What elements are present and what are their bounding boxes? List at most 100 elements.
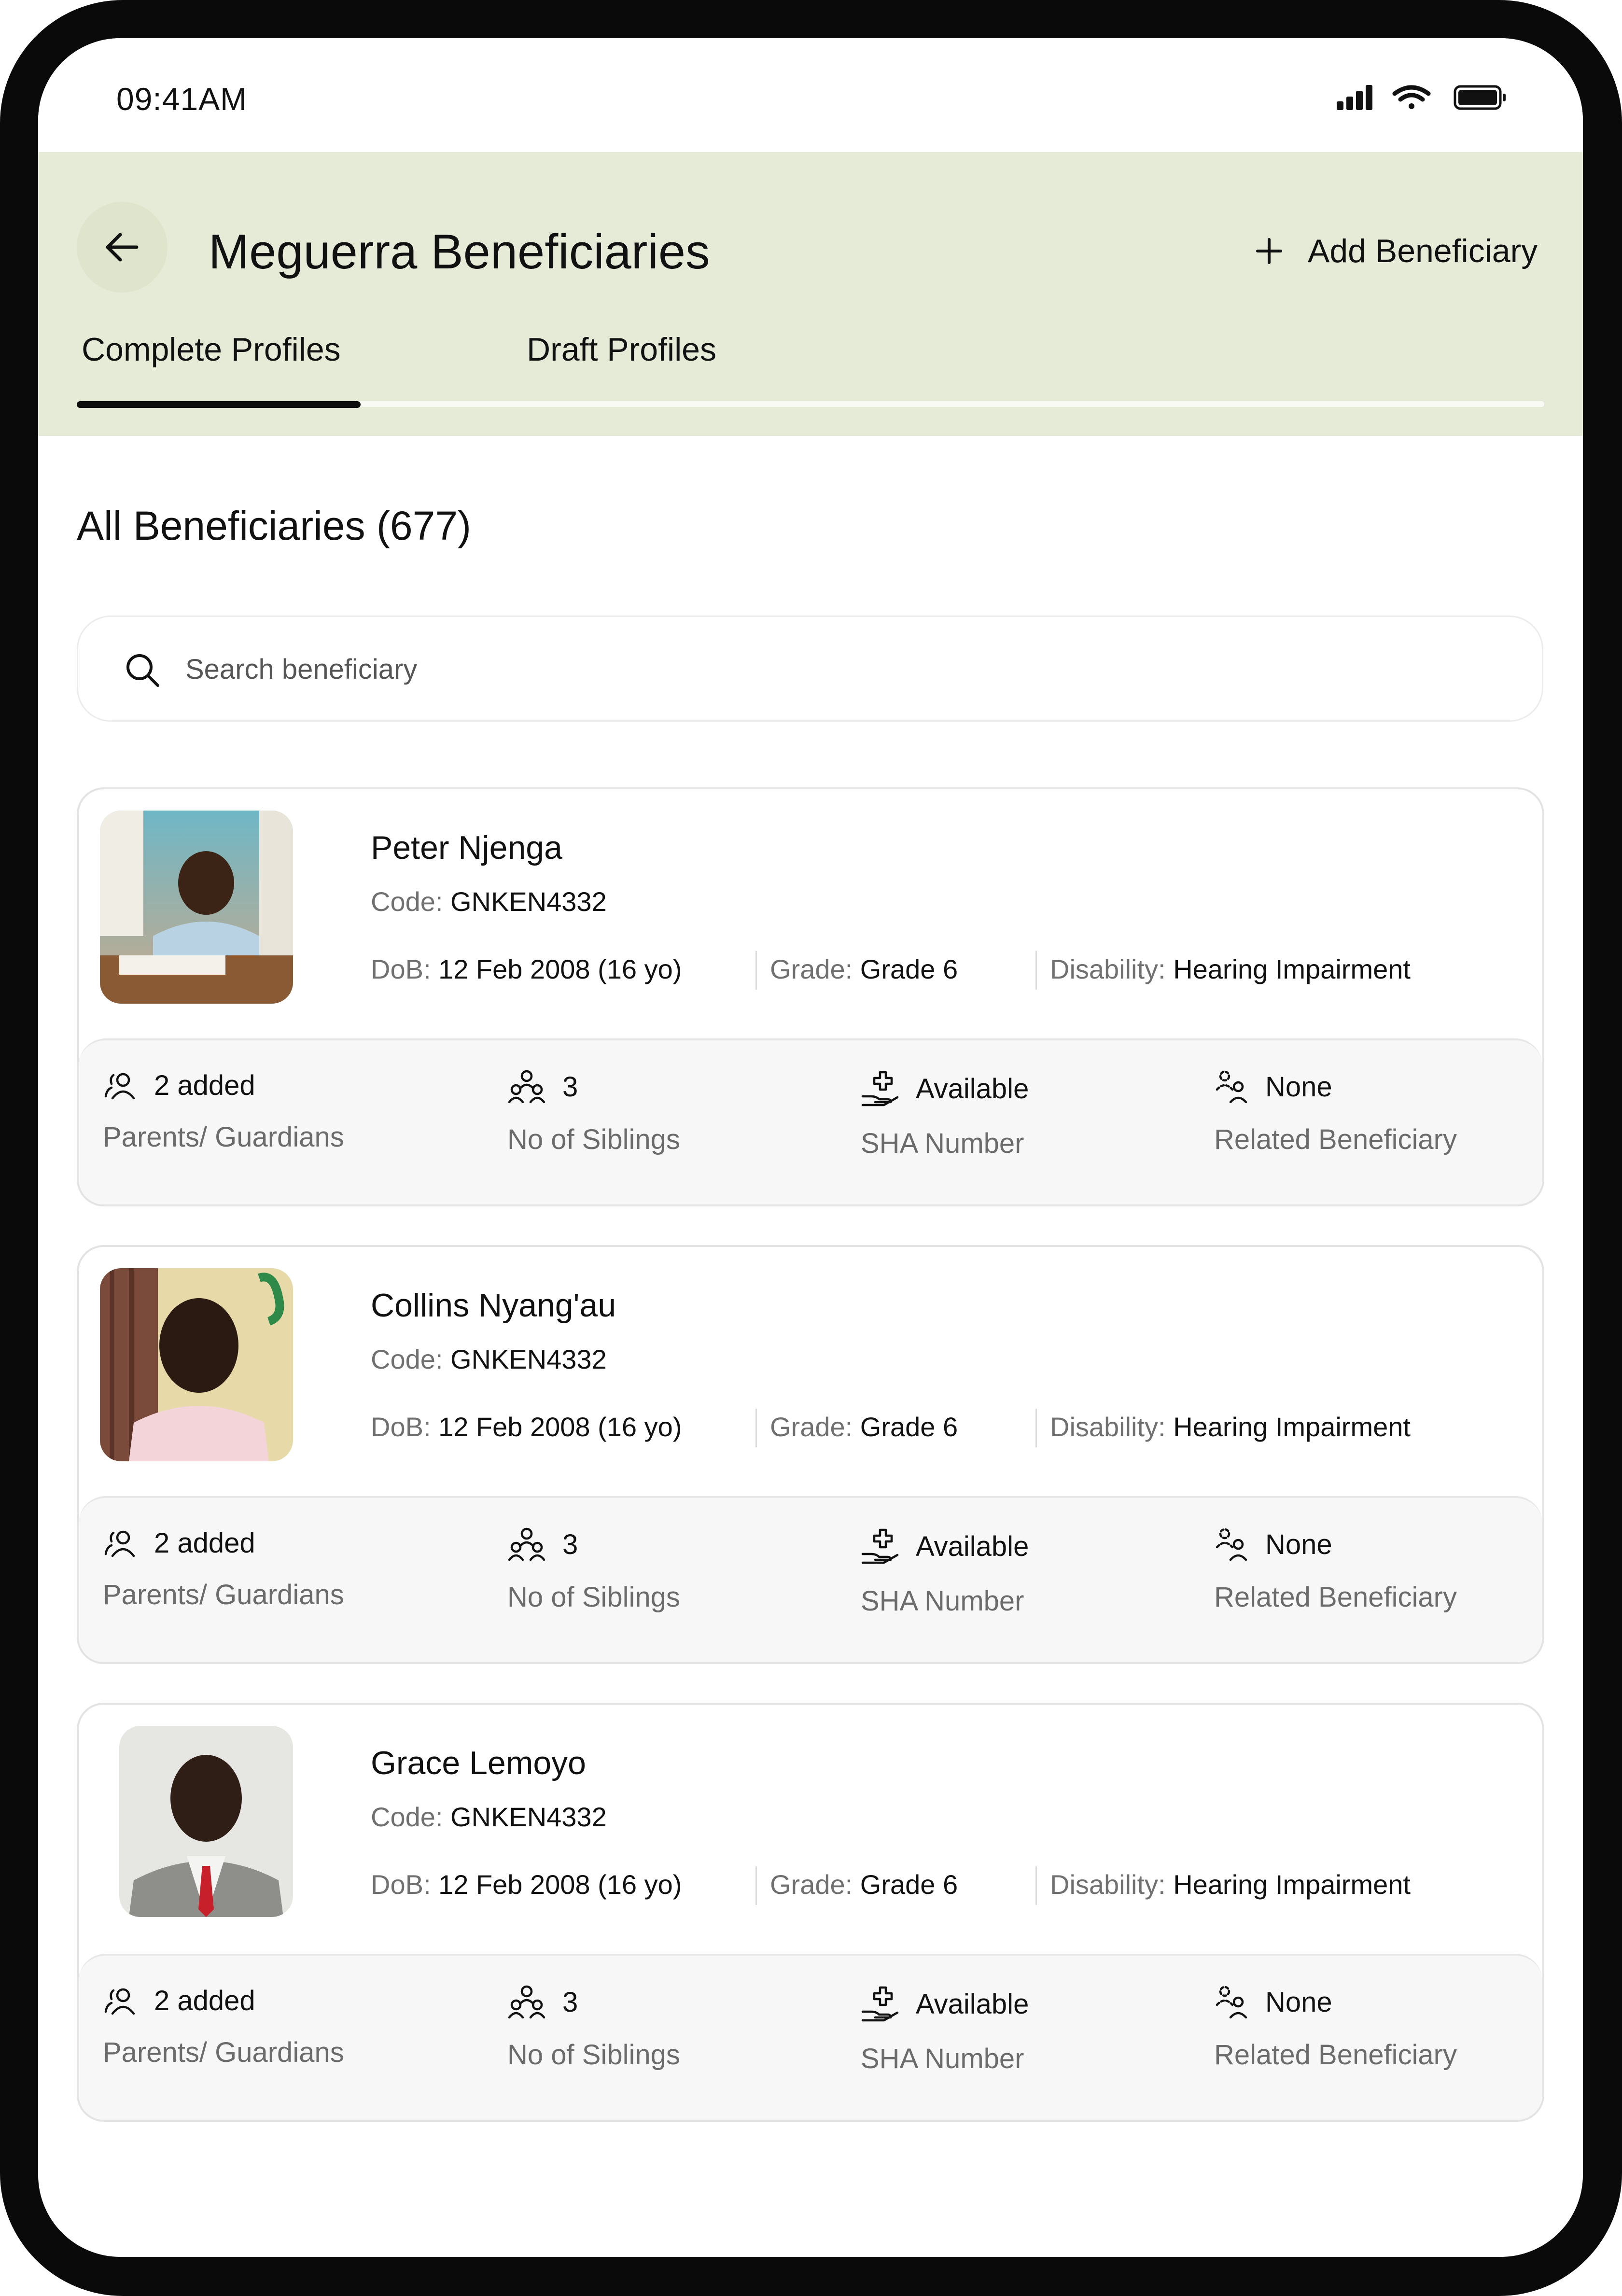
hand-medical-icon — [861, 1528, 899, 1564]
wifi-icon — [1392, 85, 1431, 109]
sha-value: Available — [916, 1073, 1029, 1105]
hand-medical-icon — [861, 1071, 899, 1106]
sha-value: Available — [916, 1988, 1029, 2020]
stat-guardians: 2 added Parents/ Guardians — [103, 1069, 344, 1153]
beneficiary-card[interactable]: Collins Nyang'au Code: GNKEN4332 DoB: 12… — [77, 1245, 1544, 1664]
back-button[interactable] — [77, 202, 168, 293]
related-caption: Related Beneficiary — [1214, 2039, 1457, 2071]
app-header: Meguerra Beneficiaries Add Beneficiary C… — [38, 152, 1583, 436]
beneficiary-name: Peter Njenga — [371, 829, 562, 866]
divider — [755, 951, 757, 990]
siblings-value: 3 — [562, 1986, 578, 2018]
card-stats: 2 added Parents/ Guardians 3 No of Sibli… — [79, 1038, 1542, 1204]
beneficiary-code: Code: GNKEN4332 — [371, 1344, 607, 1375]
divider — [1035, 1409, 1037, 1447]
disability-field: Disability: Hearing Impairment — [1050, 1869, 1411, 1900]
grade-value: Grade 6 — [860, 954, 958, 984]
siblings-caption: No of Siblings — [507, 1582, 680, 1613]
related-value: None — [1265, 1986, 1332, 2018]
stat-siblings: 3 No of Siblings — [507, 1527, 680, 1613]
users-icon — [104, 1530, 135, 1557]
divider — [755, 1866, 757, 1905]
code-value: GNKEN4332 — [450, 1802, 607, 1832]
tab-complete-profiles[interactable]: Complete Profiles — [82, 331, 341, 368]
dob-value: 12 Feb 2008 (16 yo) — [438, 1869, 682, 1900]
tab-draft-profiles[interactable]: Draft Profiles — [527, 331, 716, 368]
dob-field: DoB: 12 Feb 2008 (16 yo) — [371, 1411, 682, 1442]
stat-guardians: 2 added Parents/ Guardians — [103, 1527, 344, 1611]
disability-field: Disability: Hearing Impairment — [1050, 953, 1411, 985]
beneficiary-code: Code: GNKEN4332 — [371, 886, 607, 917]
stat-sha: Available SHA Number — [861, 1985, 1029, 2075]
related-users-icon — [1216, 1528, 1247, 1561]
beneficiary-name: Collins Nyang'au — [371, 1287, 616, 1324]
add-beneficiary-label: Add Beneficiary — [1308, 233, 1538, 269]
divider — [1035, 951, 1037, 990]
hand-medical-icon — [861, 1986, 899, 2022]
card-stats: 2 added Parents/ Guardians 3 No of Sibli… — [79, 1496, 1542, 1662]
grade-label: Grade: — [770, 1412, 853, 1442]
code-label: Code: — [371, 886, 443, 917]
stat-siblings: 3 No of Siblings — [507, 1069, 680, 1156]
beneficiary-photo — [100, 811, 293, 1004]
related-caption: Related Beneficiary — [1214, 1582, 1457, 1613]
siblings-value: 3 — [562, 1071, 578, 1103]
system-icons — [1337, 84, 1554, 113]
active-tab-indicator — [77, 401, 361, 408]
stat-guardians: 2 added Parents/ Guardians — [103, 1985, 344, 2069]
disability-value: Hearing Impairment — [1173, 1869, 1411, 1900]
grade-field: Grade: Grade 6 — [770, 953, 958, 985]
users-icon — [104, 1988, 135, 2015]
guardians-value: 2 added — [154, 1985, 255, 2016]
arrow-left-icon — [106, 233, 139, 262]
grade-value: Grade 6 — [860, 1869, 958, 1900]
group-icon — [508, 1985, 545, 2019]
plus-icon — [1256, 238, 1282, 264]
grade-field: Grade: Grade 6 — [770, 1411, 958, 1442]
guardians-caption: Parents/ Guardians — [103, 1579, 344, 1610]
code-value: GNKEN4332 — [450, 1344, 607, 1374]
beneficiary-card[interactable]: Peter Njenga Code: GNKEN4332 DoB: 12 Feb… — [77, 787, 1544, 1206]
guardians-caption: Parents/ Guardians — [103, 1121, 344, 1153]
stat-sha: Available SHA Number — [861, 1527, 1029, 1617]
disability-label: Disability: — [1050, 1412, 1166, 1442]
divider — [1035, 1866, 1037, 1905]
status-bar: 09:41AM — [38, 38, 1583, 152]
related-caption: Related Beneficiary — [1214, 1124, 1457, 1155]
add-beneficiary-button[interactable]: Add Beneficiary — [1255, 224, 1538, 278]
section-title: All Beneficiaries (677) — [77, 503, 472, 548]
code-value: GNKEN4332 — [450, 886, 607, 917]
guardians-caption: Parents/ Guardians — [103, 2037, 344, 2068]
search-input[interactable] — [184, 642, 1490, 696]
grade-field: Grade: Grade 6 — [770, 1869, 958, 1900]
related-value: None — [1265, 1528, 1332, 1560]
siblings-caption: No of Siblings — [507, 1124, 680, 1155]
beneficiary-code: Code: GNKEN4332 — [371, 1801, 607, 1833]
grade-value: Grade 6 — [860, 1412, 958, 1442]
divider — [755, 1409, 757, 1447]
sha-caption: SHA Number — [861, 1128, 1024, 1159]
sha-caption: SHA Number — [861, 1585, 1024, 1617]
related-users-icon — [1216, 1070, 1247, 1104]
group-icon — [508, 1070, 545, 1104]
disability-value: Hearing Impairment — [1173, 954, 1411, 984]
dob-field: DoB: 12 Feb 2008 (16 yo) — [371, 953, 682, 985]
card-stats: 2 added Parents/ Guardians 3 No of Sibli… — [79, 1954, 1542, 2120]
screen: 09:41AM Meguerra Beneficiaries Add Benef… — [38, 38, 1583, 2257]
stat-sha: Available SHA Number — [861, 1069, 1029, 1160]
stat-related: None Related Beneficiary — [1214, 1527, 1457, 1613]
battery-icon — [1454, 85, 1506, 110]
disability-value: Hearing Impairment — [1173, 1412, 1411, 1442]
related-users-icon — [1216, 1986, 1247, 2019]
beneficiary-card[interactable]: Grace Lemoyo Code: GNKEN4332 DoB: 12 Feb… — [77, 1703, 1544, 2122]
search-bar — [77, 616, 1543, 722]
beneficiary-name: Grace Lemoyo — [371, 1745, 586, 1781]
related-value: None — [1265, 1071, 1332, 1103]
siblings-value: 3 — [562, 1528, 578, 1560]
sha-caption: SHA Number — [861, 2043, 1024, 2074]
profile-tabs: Complete Profiles Draft Profiles — [77, 331, 1544, 418]
sha-value: Available — [916, 1530, 1029, 1562]
guardians-value: 2 added — [154, 1070, 255, 1101]
device-frame: 09:41AM Meguerra Beneficiaries Add Benef… — [0, 0, 1622, 2296]
stat-siblings: 3 No of Siblings — [507, 1985, 680, 2071]
